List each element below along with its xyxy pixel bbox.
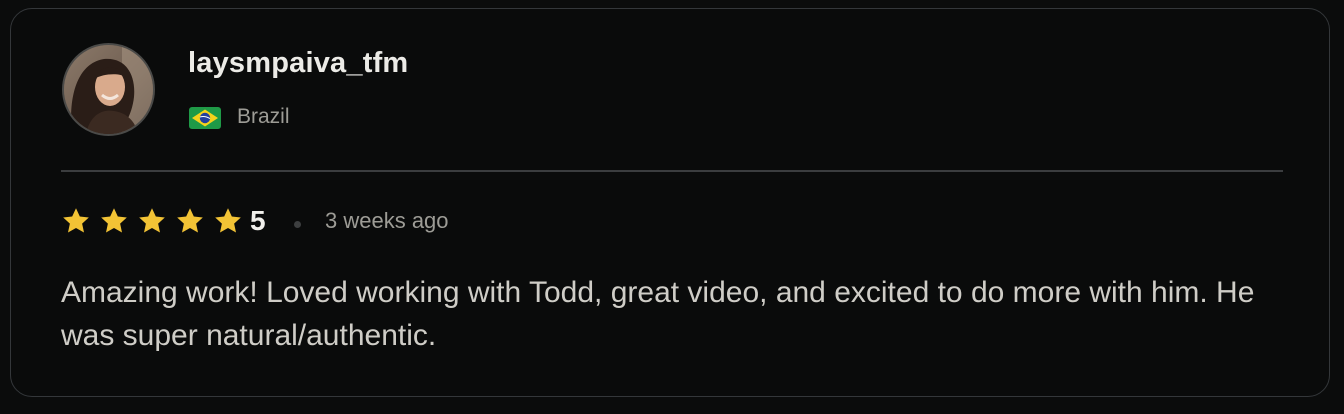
divider: [61, 170, 1283, 172]
username[interactable]: laysmpaiva_tfm: [188, 47, 408, 80]
avatar-photo-icon: [64, 45, 153, 134]
star-icon: [177, 208, 203, 233]
separator-dot: [294, 221, 301, 228]
star-icon: [139, 208, 165, 233]
rating-value: 5: [250, 205, 266, 236]
star-rating: [61, 206, 243, 236]
user-avatar: [62, 43, 155, 136]
review-timestamp: 3 weeks ago: [325, 208, 449, 233]
review-card: laysmpaiva_tfm Brazil 5 3 weeks ago Amaz…: [10, 8, 1330, 397]
star-icon: [101, 208, 127, 233]
brazil-flag-icon: [189, 107, 221, 129]
country-label: Brazil: [237, 105, 290, 128]
star-icon: [63, 208, 89, 233]
review-text: Amazing work! Loved working with Todd, g…: [61, 276, 1255, 352]
star-icon: [215, 208, 241, 233]
